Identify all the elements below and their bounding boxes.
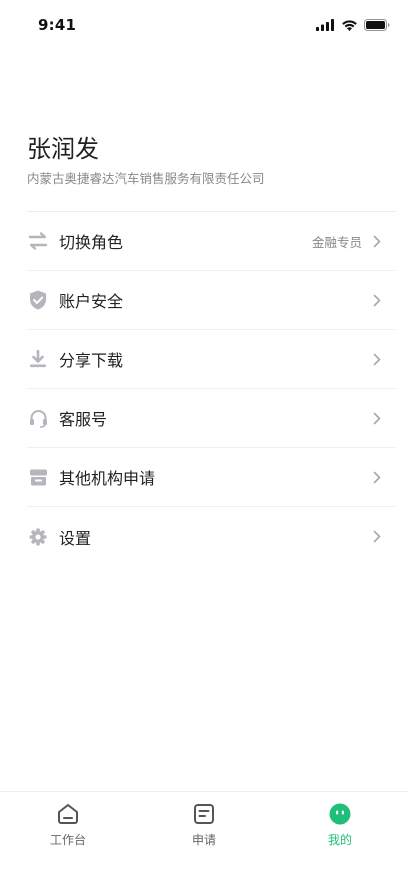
menu-label: 客服号: [59, 410, 108, 429]
chevron-right-icon: [370, 411, 384, 425]
chevron-right-icon: [370, 293, 384, 307]
tab-label: 申请: [191, 833, 216, 847]
menu-item-other-institution[interactable]: 其他机构申请: [27, 448, 396, 507]
tab-label: 工作台: [49, 833, 86, 847]
wifi-icon: [341, 19, 358, 31]
download-icon: [27, 348, 49, 370]
menu-item-customer-service[interactable]: 客服号: [27, 389, 396, 448]
menu-label: 设置: [59, 528, 92, 548]
tab-apply[interactable]: 申请: [136, 792, 272, 853]
status-icons: [316, 19, 390, 31]
switch-arrows-icon: [27, 230, 49, 252]
company-name: 内蒙古奥捷睿达汽车销售服务有限责任公司: [27, 171, 265, 186]
user-name: 张润发: [27, 135, 99, 163]
chevron-right-icon: [370, 470, 384, 484]
headset-icon: [27, 407, 49, 429]
gear-icon: [27, 526, 49, 548]
menu-item-settings[interactable]: 设置: [27, 507, 396, 566]
menu-item-switch-role[interactable]: 切换角色 金融专员: [27, 212, 396, 271]
tab-label: 我的: [327, 833, 352, 847]
battery-icon: [364, 19, 390, 31]
chevron-right-icon: [370, 234, 384, 248]
cellular-signal-icon: [316, 19, 335, 31]
profile-header: 张润发 内蒙古奥捷睿达汽车销售服务有限责任公司: [27, 132, 396, 188]
menu-item-account-security[interactable]: 账户安全: [27, 271, 396, 330]
tab-mine[interactable]: 我的: [272, 792, 408, 853]
menu-label: 其他机构申请: [59, 469, 156, 488]
menu-label: 切换角色: [59, 233, 124, 252]
tab-workbench[interactable]: 工作台: [0, 792, 136, 853]
profile-face-icon: [328, 802, 352, 826]
home-icon: [56, 802, 80, 826]
document-icon: [192, 802, 216, 826]
chevron-right-icon: [370, 530, 384, 544]
menu-label: 分享下载: [59, 351, 124, 370]
shield-check-icon: [27, 289, 49, 311]
current-role-value: 金融专员: [311, 234, 362, 250]
menu-label: 账户安全: [59, 292, 124, 311]
store-icon: [27, 466, 49, 488]
profile-screen: 9:41 张润发 内蒙古奥捷睿达汽车销售服务有限责任公司 切换角色 金融专员 账…: [0, 0, 408, 883]
menu-item-share-download[interactable]: 分享下载: [27, 330, 396, 389]
status-bar: 9:41: [0, 0, 408, 50]
status-time: 9:41: [38, 16, 77, 34]
bottom-tab-bar: 工作台 申请 我的: [0, 791, 408, 853]
settings-menu: 切换角色 金融专员 账户安全 分享下载 客服号 其他机构申请 设置: [27, 212, 396, 566]
chevron-right-icon: [370, 352, 384, 366]
